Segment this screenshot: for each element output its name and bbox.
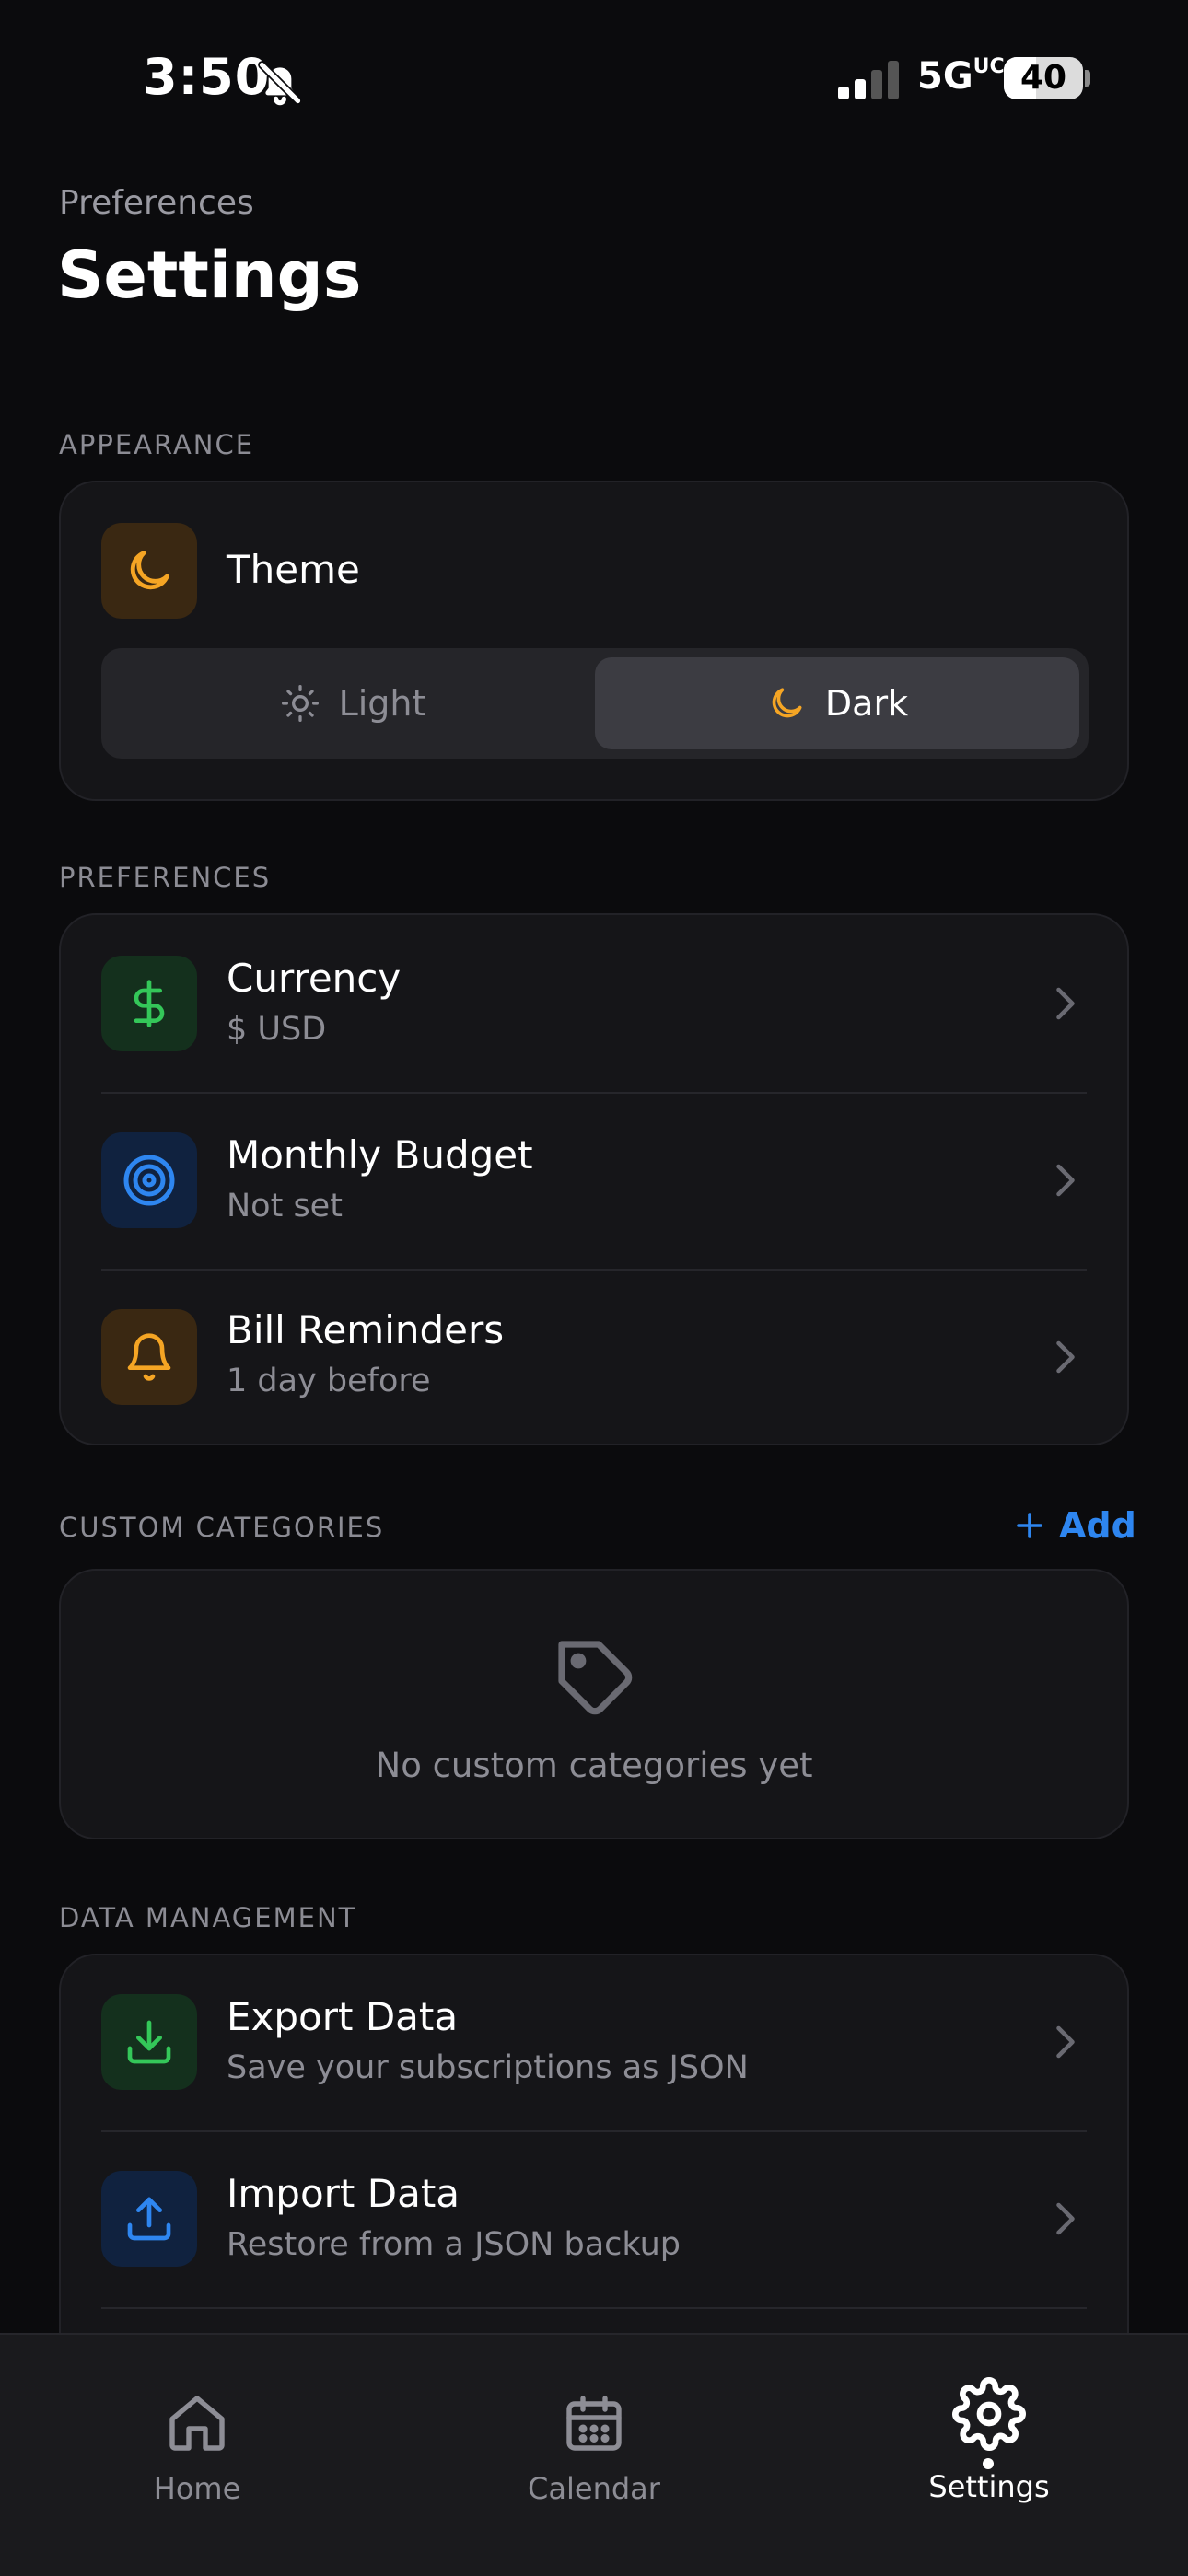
data-item-title: Import Data	[227, 2171, 460, 2216]
sun-icon	[281, 685, 319, 722]
moon-icon	[130, 551, 169, 590]
plus-icon	[1017, 1513, 1042, 1538]
section-label-appearance: APPEARANCE	[59, 429, 255, 460]
theme-label: Theme	[227, 547, 360, 592]
import-icon-tile	[101, 2171, 197, 2267]
chevron-right-icon	[1056, 1164, 1075, 1197]
tab-label: Settings	[928, 2469, 1050, 2504]
chevron-right-icon	[1056, 1340, 1075, 1374]
network-suffix: UC	[973, 55, 1005, 78]
network-indicator: 5GUC	[917, 55, 1005, 98]
battery-tip	[1085, 70, 1090, 87]
budget-icon-tile	[101, 1132, 197, 1228]
calendar-icon	[566, 2396, 622, 2451]
preference-item-bill-reminders[interactable]: Bill Reminders 1 day before	[61, 1271, 1127, 1445]
chevron-right-icon	[1056, 987, 1075, 1020]
tab-settings[interactable]: Settings	[869, 2377, 1109, 2504]
target-icon	[123, 1155, 175, 1206]
data-item-export[interactable]: Export Data Save your subscriptions as J…	[61, 1955, 1127, 2130]
theme-option-dark[interactable]: Dark	[595, 657, 1079, 749]
chevron-right-icon	[1056, 2025, 1075, 2059]
download-icon	[127, 2020, 171, 2064]
battery-indicator: 40	[1004, 57, 1083, 99]
preference-item-value: $ USD	[227, 1011, 327, 1048]
data-item-import[interactable]: Import Data Restore from a JSON backup	[61, 2132, 1127, 2307]
active-tab-indicator	[983, 2458, 994, 2469]
tab-calendar[interactable]: Calendar	[474, 2390, 714, 2506]
theme-option-light-label: Light	[338, 683, 426, 724]
preference-item-title: Currency	[227, 956, 402, 1001]
tab-label: Home	[153, 2471, 241, 2506]
section-label-custom-categories: CUSTOM CATEGORIES	[59, 1512, 385, 1543]
data-item-subtitle: Save your subscriptions as JSON	[227, 2049, 749, 2086]
theme-icon-tile	[101, 523, 197, 619]
status-time: 3:50	[143, 48, 271, 106]
reminders-icon-tile	[101, 1309, 197, 1405]
dollar-icon	[134, 980, 165, 1027]
data-item-title: Export Data	[227, 1994, 459, 2039]
page-title: Settings	[57, 238, 362, 313]
add-category-button[interactable]: Add	[1013, 1505, 1136, 1546]
preference-item-title: Monthly Budget	[227, 1132, 533, 1178]
preference-item-value: Not set	[227, 1188, 343, 1224]
tab-label: Calendar	[528, 2471, 660, 2506]
preference-item-value: 1 day before	[227, 1363, 431, 1399]
tab-bar: Home Calendar Settings	[0, 2333, 1188, 2576]
tag-icon	[558, 1641, 633, 1715]
appearance-card: Theme Light Dark	[59, 481, 1129, 801]
section-label-data-management: DATA MANAGEMENT	[59, 1902, 357, 1933]
chevron-right-icon	[1056, 2202, 1075, 2235]
bell-icon	[127, 1333, 171, 1381]
signal-icon	[838, 61, 899, 99]
preference-item-currency[interactable]: Currency $ USD	[61, 915, 1127, 1092]
section-label-preferences: PREFERENCES	[59, 862, 272, 893]
preference-item-title: Bill Reminders	[227, 1307, 505, 1352]
theme-segmented-control: Light Dark	[101, 648, 1089, 759]
upload-icon	[127, 2197, 171, 2241]
divider	[101, 2307, 1087, 2309]
theme-option-light[interactable]: Light	[111, 657, 595, 749]
data-item-subtitle: Restore from a JSON backup	[227, 2226, 681, 2263]
moon-icon	[772, 688, 802, 718]
custom-categories-card: No custom categories yet	[59, 1569, 1129, 1839]
battery-level: 40	[1019, 59, 1067, 97]
gear-icon	[952, 2377, 1026, 2451]
bell-off-icon	[258, 61, 302, 106]
empty-state-text: No custom categories yet	[375, 1746, 813, 1785]
network-label: 5G	[917, 55, 973, 98]
page-eyebrow: Preferences	[59, 184, 254, 222]
add-category-label: Add	[1059, 1505, 1136, 1546]
export-icon-tile	[101, 1994, 197, 2090]
tab-home[interactable]: Home	[77, 2390, 317, 2506]
theme-option-dark-label: Dark	[824, 683, 909, 724]
preferences-card: Currency $ USD Monthly Budget Not set Bi…	[59, 913, 1129, 1445]
home-icon	[169, 2396, 225, 2451]
preference-item-monthly-budget[interactable]: Monthly Budget Not set	[61, 1094, 1127, 1269]
currency-icon-tile	[101, 956, 197, 1051]
